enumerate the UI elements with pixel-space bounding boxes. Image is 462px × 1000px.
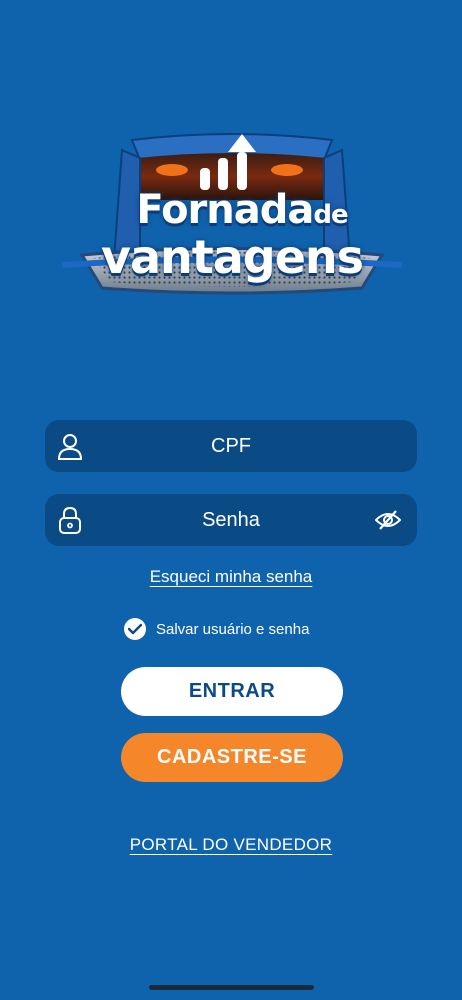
- logo-line1-small: de: [313, 200, 348, 230]
- cpf-field[interactable]: [45, 420, 417, 472]
- forgot-password-link[interactable]: Esqueci minha senha: [0, 567, 462, 587]
- password-field[interactable]: [45, 494, 417, 546]
- logo-line1: Fornada: [136, 187, 314, 233]
- user-icon: [57, 434, 83, 460]
- remember-checkbox[interactable]: Salvar usuário e senha: [124, 617, 309, 641]
- eye-off-icon[interactable]: [375, 509, 401, 531]
- login-button[interactable]: ENTRAR: [121, 667, 343, 716]
- logo-line2: vantagens: [100, 230, 364, 284]
- home-indicator[interactable]: [149, 985, 314, 990]
- lock-icon: [59, 506, 81, 534]
- remember-label: Salvar usuário e senha: [156, 620, 310, 638]
- logo-text: Fornadade vantagens: [62, 187, 402, 284]
- password-input[interactable]: [105, 494, 357, 546]
- app-logo: Fornadade vantagens: [61, 130, 403, 310]
- signup-button[interactable]: CADASTRE-SE: [121, 733, 343, 782]
- vendor-portal-link[interactable]: PORTAL DO VENDEDOR: [0, 835, 462, 855]
- cpf-input[interactable]: [105, 420, 357, 472]
- check-icon[interactable]: [124, 618, 146, 640]
